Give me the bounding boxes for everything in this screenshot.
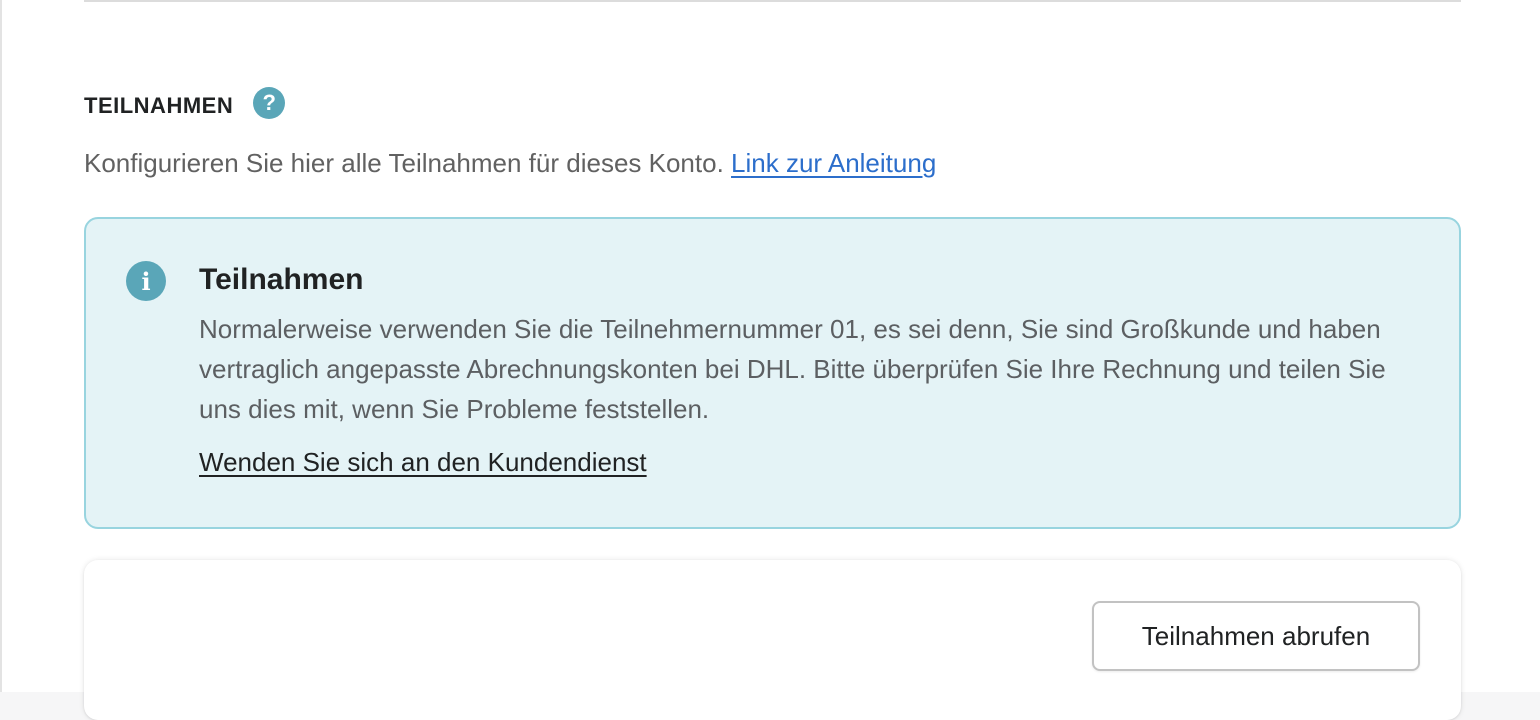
section-heading: TEILNAHMEN ? (84, 86, 286, 126)
question-circle-icon[interactable]: ? (253, 87, 286, 119)
description-text: Konfigurieren Sie hier alle Teilnahmen f… (84, 148, 732, 178)
participations-card: Teilnahmen abrufen (84, 560, 1461, 720)
info-banner: i Teilnahmen Normalerweise verwenden Sie… (84, 217, 1461, 529)
info-icon: i (126, 261, 166, 301)
fetch-participations-button[interactable]: Teilnahmen abrufen (1092, 601, 1420, 671)
banner-body: Normalerweise verwenden Sie die Teilnehm… (199, 314, 1386, 424)
top-divider (84, 0, 1461, 2)
guide-link[interactable]: Link zur Anleitung (731, 148, 936, 178)
support-link[interactable]: Wenden Sie sich an den Kundendienst (199, 447, 647, 478)
section-description: Konfigurieren Sie hier alle Teilnahmen f… (84, 148, 936, 179)
banner-title: Teilnahmen (199, 263, 364, 296)
settings-page: TEILNAHMEN ? Konfigurieren Sie hier alle… (0, 0, 1540, 720)
section-title: TEILNAHMEN (84, 93, 234, 118)
